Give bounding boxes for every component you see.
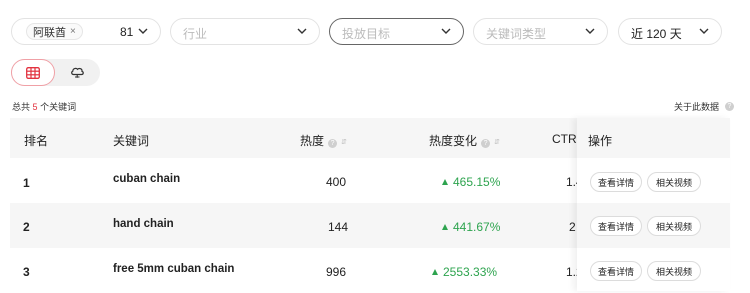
country-chip[interactable]: 阿联酋 × (26, 23, 83, 40)
col-popularity[interactable]: 热度? ⇵ (300, 132, 347, 149)
col-popularity-label: 热度 (300, 134, 325, 148)
row-rank: 3 (23, 265, 30, 279)
keyword-type-placeholder: 关键词类型 (486, 27, 547, 41)
col-rank: 排名 (24, 134, 49, 148)
table-view-button[interactable] (11, 59, 55, 86)
up-arrow-icon (442, 179, 448, 185)
about-data-link[interactable]: 关于此数据 ? (674, 100, 734, 113)
col-popularity-change-label: 热度变化 (429, 134, 478, 148)
row-popularity: 144 (328, 220, 349, 234)
row-keyword[interactable]: free 5mm cuban chain (113, 263, 234, 275)
chevron-down-icon (138, 28, 148, 34)
sort-icon[interactable]: ⇵ (494, 138, 500, 146)
cloud-view-button[interactable] (55, 59, 99, 86)
row-ctr: 2 (569, 220, 576, 234)
chevron-down-icon (699, 28, 709, 34)
row-change-value: 465.15% (453, 175, 501, 189)
cloud-icon (70, 67, 84, 78)
row-keyword[interactable]: cuban chain (113, 173, 180, 185)
view-details-button[interactable]: 查看详情 (590, 172, 642, 192)
row-keyword[interactable]: hand chain (113, 218, 174, 230)
ad-goal-placeholder: 投放目标 (342, 27, 391, 41)
industry-placeholder: 行业 (183, 27, 208, 41)
row-rank: 1 (23, 176, 30, 190)
related-videos-button[interactable]: 相关视频 (647, 216, 701, 236)
period-value: 近 120 天 (631, 27, 682, 41)
row-popularity: 996 (326, 265, 347, 279)
help-icon: ? (328, 139, 338, 148)
view-toggle (11, 59, 100, 86)
row-change-value: 2553.33% (443, 265, 498, 279)
up-arrow-icon (432, 269, 438, 275)
total-prefix: 总共 (12, 102, 31, 112)
col-keyword: 关键词 (113, 134, 150, 148)
ad-goal-select[interactable]: 投放目标 (329, 18, 464, 45)
industry-select[interactable]: 行业 (170, 18, 320, 45)
row-change: 441.67% (442, 220, 500, 234)
row-change-value: 441.67% (453, 220, 501, 234)
about-data-label: 关于此数据 (673, 102, 719, 112)
row-rank: 2 (23, 220, 30, 234)
chip-close-icon[interactable]: × (70, 26, 76, 37)
total-count: 5 (32, 102, 38, 112)
chevron-down-icon (297, 28, 307, 34)
row-popularity: 400 (326, 175, 347, 189)
view-details-button[interactable]: 查看详情 (590, 261, 642, 281)
sort-icon[interactable]: ⇵ (341, 138, 347, 146)
chevron-down-icon (585, 28, 595, 34)
related-videos-button[interactable]: 相关视频 (647, 261, 701, 281)
table-icon (26, 66, 40, 79)
total-suffix: 个关键词 (40, 102, 77, 112)
up-arrow-icon (442, 224, 448, 230)
row-change: 465.15% (442, 175, 500, 189)
col-ctr: CTR (552, 132, 577, 146)
related-videos-button[interactable]: 相关视频 (647, 172, 701, 192)
period-select[interactable]: 近 120 天 (618, 18, 722, 45)
view-details-button[interactable]: 查看详情 (590, 216, 642, 236)
total-keywords: 总共 5 个关键词 (12, 100, 76, 113)
country-filter[interactable]: 阿联酋 × 81 (11, 18, 161, 45)
country-chip-label: 阿联酋 (33, 26, 66, 39)
row-change: 2553.33% (432, 265, 497, 279)
help-icon: ? (725, 102, 734, 111)
keyword-type-select[interactable]: 关键词类型 (473, 18, 608, 45)
country-count: 81 (120, 25, 134, 39)
col-popularity-change[interactable]: 热度变化? ⇵ (429, 132, 500, 149)
actions-column: 操作 查看详情 相关视频 查看详情 相关视频 查看详情 相关视频 (577, 118, 730, 291)
help-icon: ? (481, 139, 491, 148)
chevron-down-icon (441, 28, 451, 34)
col-actions: 操作 (588, 134, 613, 148)
